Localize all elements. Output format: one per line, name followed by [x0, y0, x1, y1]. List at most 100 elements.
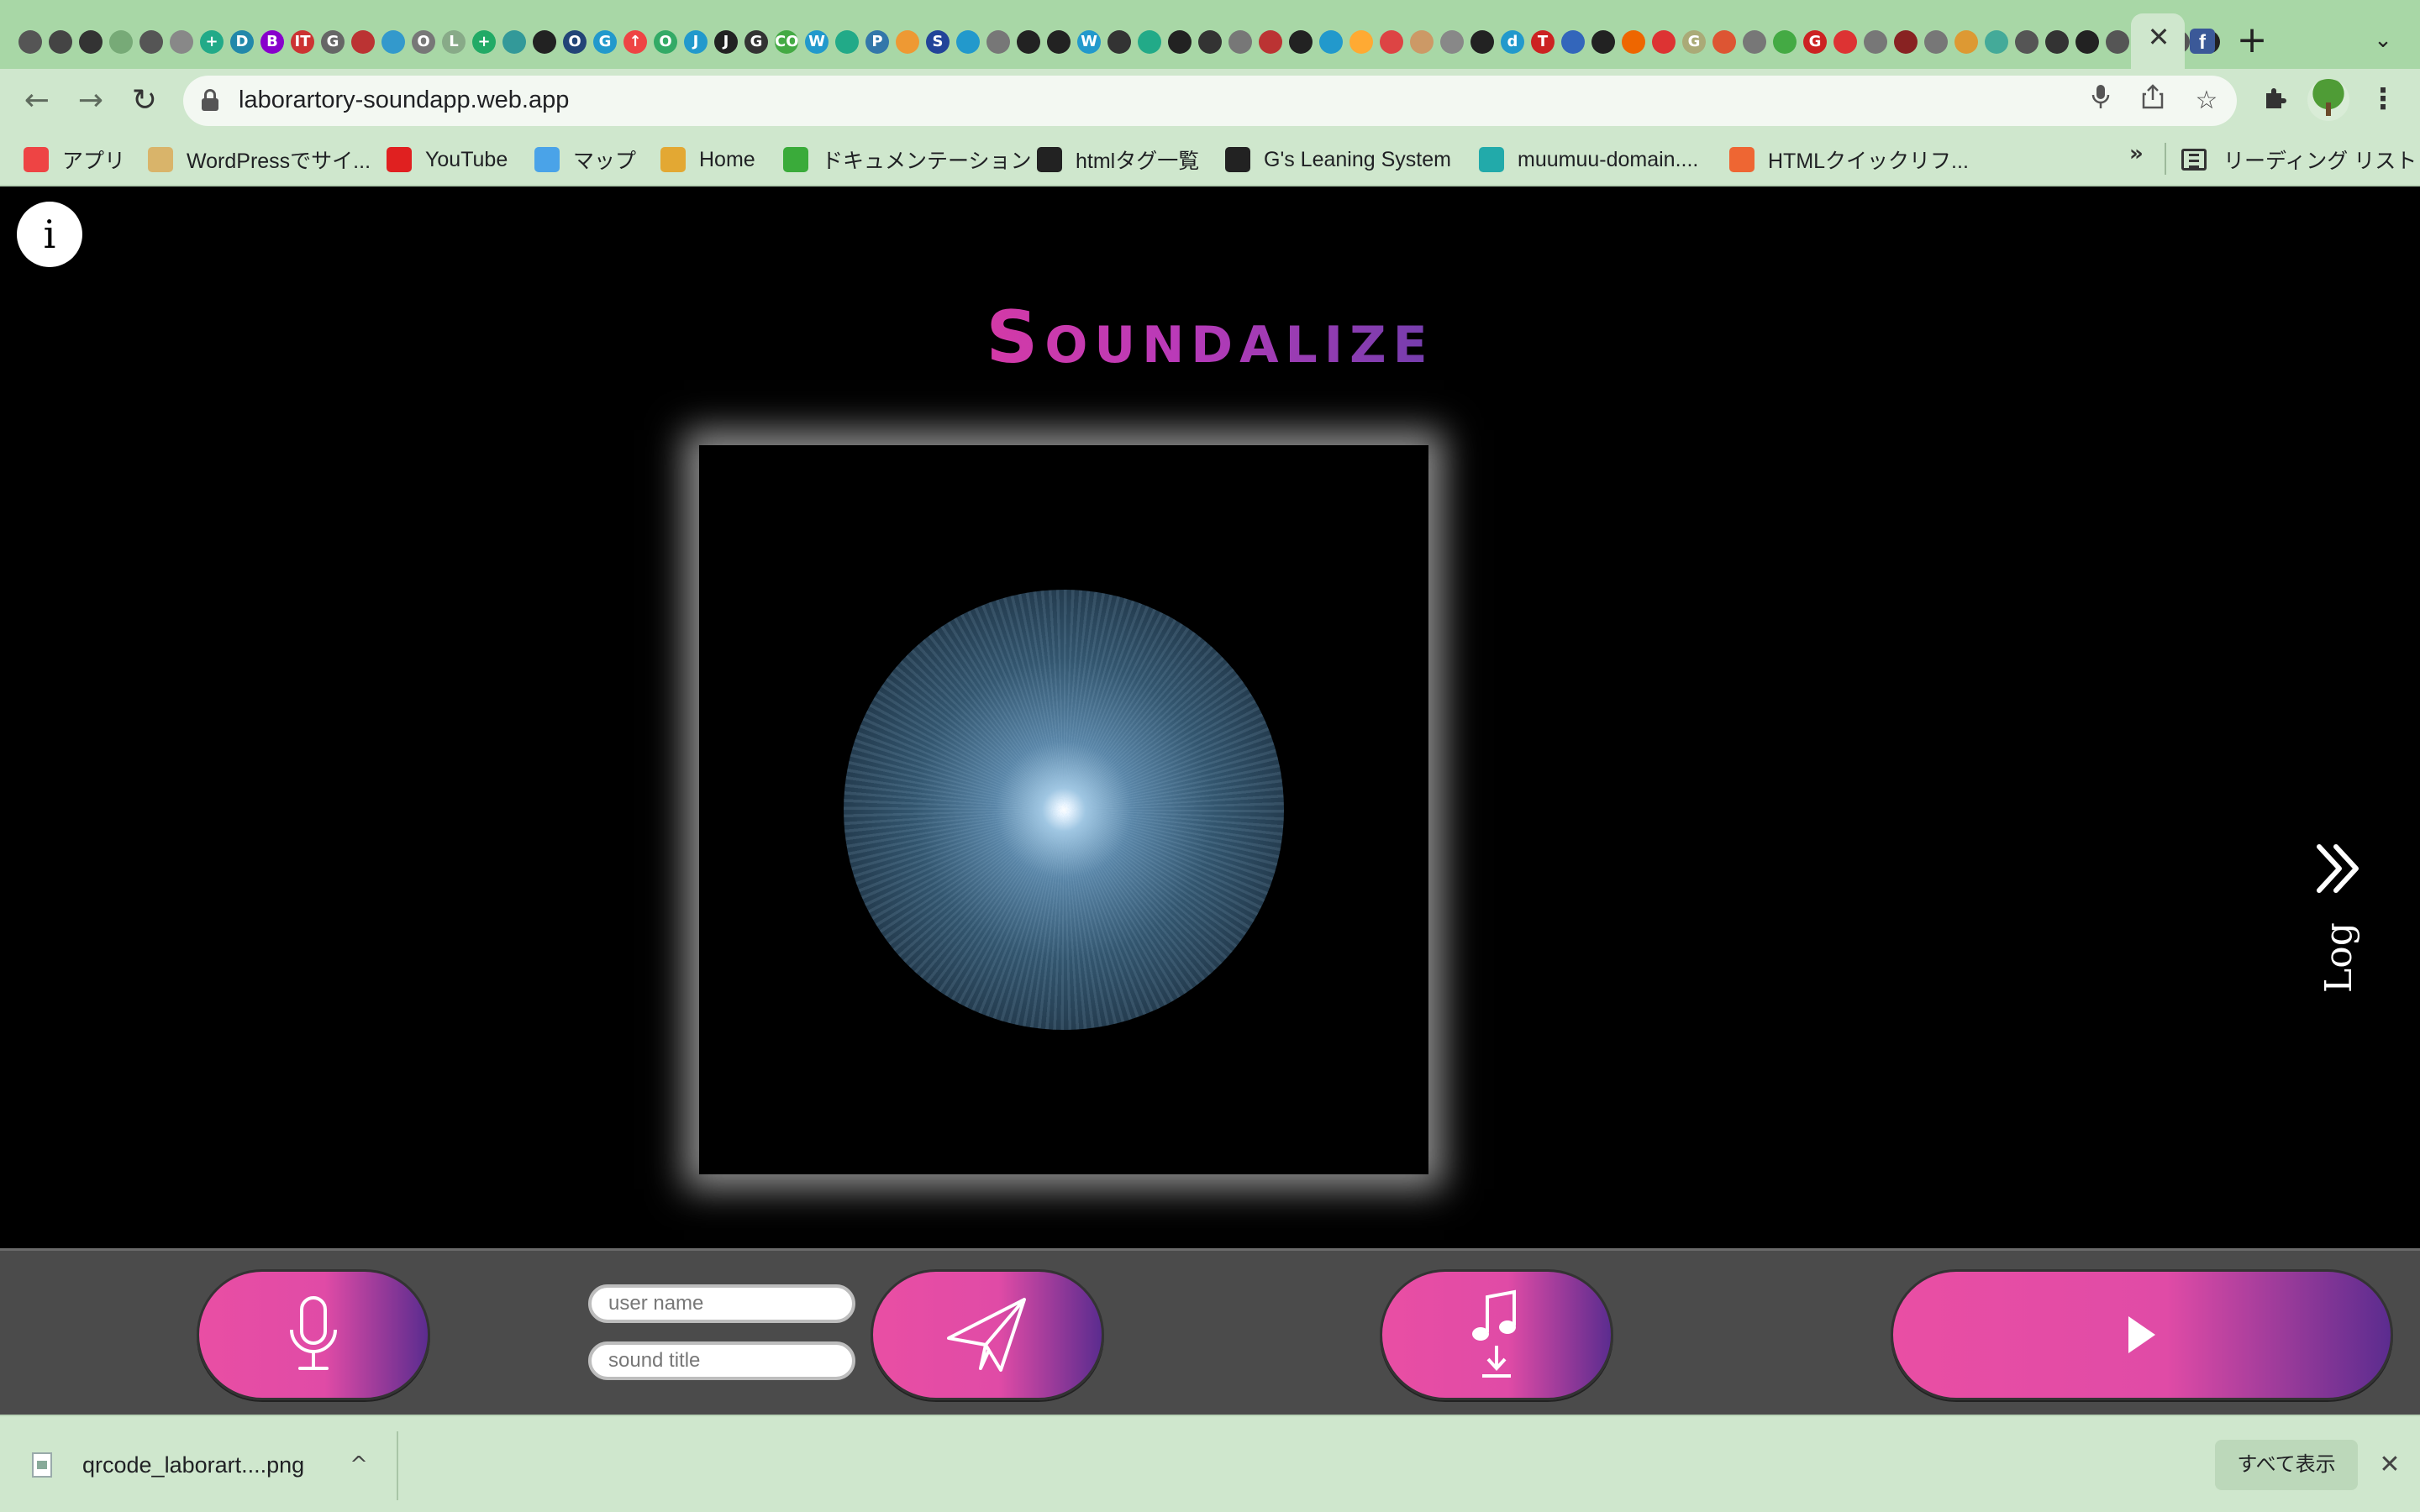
tab-favicon-icon[interactable]: [2102, 27, 2133, 57]
play-button[interactable]: [1891, 1269, 2393, 1400]
bookmark-item[interactable]: htmlタグ一覧: [1037, 143, 1199, 176]
facebook-tab-icon[interactable]: f: [2190, 29, 2215, 54]
tab-favicon-icon[interactable]: G: [741, 27, 771, 57]
tab-favicon-icon[interactable]: [45, 27, 76, 57]
lock-icon[interactable]: [202, 89, 218, 111]
bookmark-item[interactable]: WordPressでサイ...: [148, 143, 371, 176]
tab-favicon-icon[interactable]: [1134, 27, 1165, 57]
tab-favicon-icon[interactable]: O: [560, 27, 590, 57]
bookmark-item[interactable]: マップ: [534, 143, 636, 176]
tab-favicon-icon[interactable]: [832, 27, 862, 57]
tab-favicon-icon[interactable]: d: [1497, 27, 1528, 57]
tab-favicon-icon[interactable]: [1951, 27, 1981, 57]
bookmarks-overflow-button[interactable]: »: [2129, 141, 2144, 166]
tab-favicon-icon[interactable]: [1860, 27, 1891, 57]
download-item[interactable]: qrcode_laborart....png: [32, 1448, 304, 1482]
tab-favicon-icon[interactable]: [1013, 27, 1044, 57]
user-name-input[interactable]: [588, 1284, 855, 1323]
tab-favicon-icon[interactable]: [983, 27, 1013, 57]
bookmark-item[interactable]: アプリ: [24, 143, 125, 176]
tab-favicon-icon[interactable]: [1195, 27, 1225, 57]
tab-favicon-icon[interactable]: O: [408, 27, 439, 57]
tab-favicon-icon[interactable]: J: [681, 27, 711, 57]
tab-favicon-icon[interactable]: T: [1528, 27, 1558, 57]
tab-favicon-icon[interactable]: +: [197, 27, 227, 57]
show-all-downloads-button[interactable]: すべて表示: [2215, 1440, 2358, 1490]
download-options-chevron-icon[interactable]: ^: [346, 1448, 371, 1482]
tab-favicon-icon[interactable]: [1921, 27, 1951, 57]
sound-title-input[interactable]: [588, 1341, 855, 1380]
extensions-puzzle-icon[interactable]: [2257, 82, 2294, 119]
bookmark-item[interactable]: G's Leaning System: [1225, 143, 1451, 176]
tab-favicon-icon[interactable]: W: [1074, 27, 1104, 57]
profile-avatar[interactable]: [2307, 79, 2349, 121]
info-button[interactable]: i: [17, 202, 82, 267]
tab-favicon-icon[interactable]: G: [1679, 27, 1709, 57]
tab-favicon-icon[interactable]: [1891, 27, 1921, 57]
tab-favicon-icon[interactable]: [953, 27, 983, 57]
tab-favicon-icon[interactable]: [2042, 27, 2072, 57]
tab-favicon-icon[interactable]: [892, 27, 923, 57]
tab-favicon-icon[interactable]: G: [590, 27, 620, 57]
tab-favicon-icon[interactable]: D: [227, 27, 257, 57]
tab-favicon-icon[interactable]: [106, 27, 136, 57]
tab-favicon-icon[interactable]: G: [318, 27, 348, 57]
tab-favicon-icon[interactable]: [1770, 27, 1800, 57]
address-bar[interactable]: laborartory-soundapp.web.app ☆: [183, 76, 2237, 126]
tab-favicon-icon[interactable]: P: [862, 27, 892, 57]
bookmark-item[interactable]: YouTube: [387, 143, 508, 176]
browser-menu-icon[interactable]: ⋮: [2368, 81, 2398, 118]
tab-favicon-icon[interactable]: J: [711, 27, 741, 57]
visualizer-canvas[interactable]: [699, 445, 1428, 1174]
close-download-shelf-icon[interactable]: ✕: [2375, 1448, 2405, 1482]
tab-favicon-icon[interactable]: [499, 27, 529, 57]
log-expand-chevrons-icon[interactable]: [2309, 838, 2370, 899]
tab-favicon-icon[interactable]: [1437, 27, 1467, 57]
tab-favicon-icon[interactable]: CO: [771, 27, 802, 57]
tab-favicon-icon[interactable]: [1558, 27, 1588, 57]
bookmark-star-icon[interactable]: ☆: [2190, 84, 2223, 118]
tab-favicon-icon[interactable]: [1255, 27, 1286, 57]
tab-favicon-icon[interactable]: [1649, 27, 1679, 57]
tab-favicon-icon[interactable]: G: [1800, 27, 1830, 57]
tab-favicon-icon[interactable]: [15, 27, 45, 57]
microphone-icon[interactable]: [2084, 84, 2118, 118]
close-tab-icon[interactable]: ✕: [2145, 24, 2172, 50]
tab-favicon-icon[interactable]: [1981, 27, 2012, 57]
tab-search-chevron-icon[interactable]: ⌄: [2368, 25, 2398, 55]
share-icon[interactable]: [2136, 84, 2170, 118]
reload-icon[interactable]: ↻: [124, 81, 165, 121]
tab-favicon-icon[interactable]: +: [469, 27, 499, 57]
download-sound-button[interactable]: [1380, 1269, 1613, 1400]
tab-favicon-icon[interactable]: [76, 27, 106, 57]
tab-favicon-icon[interactable]: L: [439, 27, 469, 57]
tab-favicon-icon[interactable]: O: [650, 27, 681, 57]
tab-favicon-icon[interactable]: [1588, 27, 1618, 57]
tab-favicon-icon[interactable]: [1286, 27, 1316, 57]
bookmark-item[interactable]: Home: [660, 143, 755, 176]
tab-favicon-icon[interactable]: [378, 27, 408, 57]
tab-favicon-icon[interactable]: [1467, 27, 1497, 57]
tab-favicon-icon[interactable]: [1346, 27, 1376, 57]
tab-favicon-icon[interactable]: B: [257, 27, 287, 57]
tab-favicon-icon[interactable]: ↑: [620, 27, 650, 57]
reading-list-button[interactable]: リーディング リスト: [2181, 143, 2417, 176]
tab-favicon-icon[interactable]: [1225, 27, 1255, 57]
tab-favicon-icon[interactable]: [529, 27, 560, 57]
tab-favicon-icon[interactable]: [1316, 27, 1346, 57]
tab-favicon-icon[interactable]: [1407, 27, 1437, 57]
tab-favicon-icon[interactable]: S: [923, 27, 953, 57]
tab-favicon-icon[interactable]: [1104, 27, 1134, 57]
tab-favicon-icon[interactable]: [1165, 27, 1195, 57]
tab-favicon-icon[interactable]: IT: [287, 27, 318, 57]
tab-favicon-icon[interactable]: [1044, 27, 1074, 57]
back-arrow-icon[interactable]: ←: [17, 81, 57, 121]
tab-favicon-icon[interactable]: [1830, 27, 1860, 57]
forward-arrow-icon[interactable]: →: [71, 81, 111, 121]
bookmark-item[interactable]: muumuu-domain....: [1479, 143, 1698, 176]
tab-favicon-icon[interactable]: [1739, 27, 1770, 57]
log-label[interactable]: Log: [2299, 917, 2380, 998]
tab-favicon-icon[interactable]: [166, 27, 197, 57]
send-button[interactable]: [871, 1269, 1104, 1400]
tab-favicon-icon[interactable]: [348, 27, 378, 57]
